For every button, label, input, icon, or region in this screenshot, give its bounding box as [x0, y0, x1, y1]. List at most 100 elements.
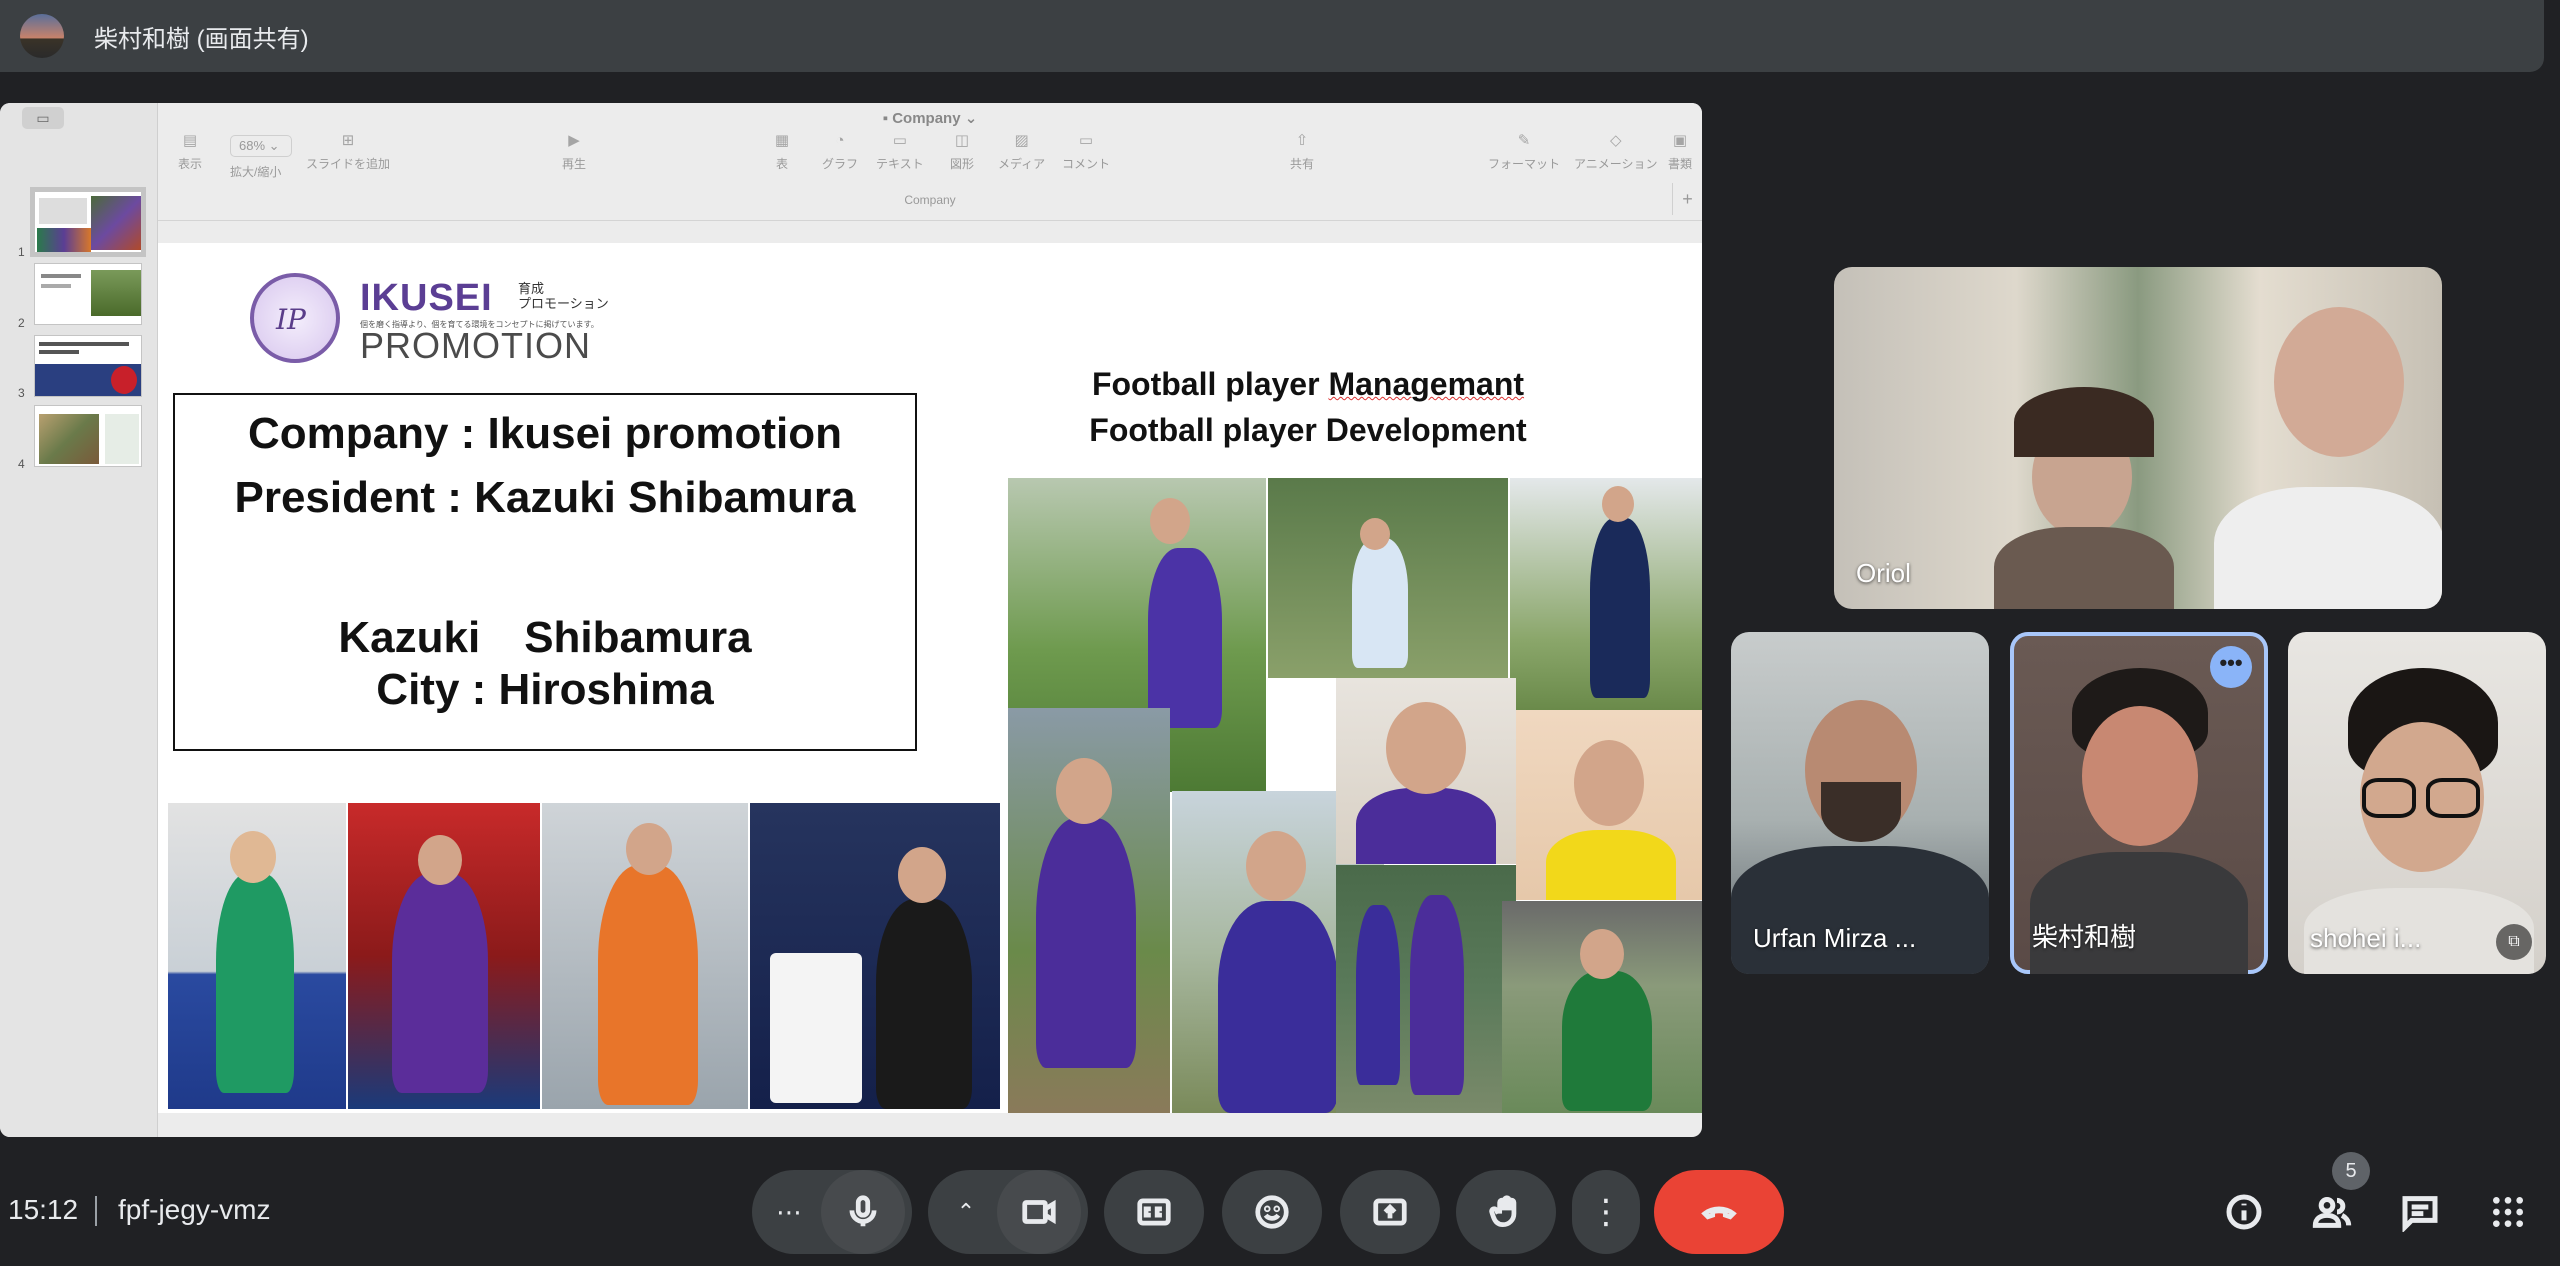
- toolbar-media[interactable]: ▨ メディア: [998, 133, 1045, 172]
- picture-in-picture-icon[interactable]: ⧉: [2496, 924, 2532, 960]
- toolbar-animation[interactable]: ◇ アニメーション: [1574, 133, 1658, 172]
- toolbar-shape[interactable]: ◫ 図形: [950, 133, 974, 172]
- participant-tile-shibamura[interactable]: ••• 柴村和樹: [2010, 632, 2268, 974]
- end-call-button[interactable]: [1654, 1170, 1784, 1254]
- comment-icon: ▭: [1078, 132, 1094, 149]
- slide-thumbnail-4[interactable]: [34, 405, 142, 467]
- raise-hand-button[interactable]: [1456, 1170, 1556, 1254]
- city-line: City : Hiroshima: [376, 665, 714, 714]
- player-photo: [1336, 678, 1516, 864]
- shared-screen[interactable]: ▭ 1 2 3 4 ▪ Company ⌄ ▤ 表示 68% ⌄ 拡大/縮小 ⊞…: [0, 103, 1702, 1137]
- text-icon: ▭: [892, 132, 907, 149]
- company-line: Company : Ikusei promotion: [247, 409, 843, 458]
- toolbar-table[interactable]: ▦ 表: [772, 133, 792, 172]
- presenter-name: 柴村和樹 (画面共有): [94, 25, 309, 53]
- emoji-icon: [1255, 1195, 1289, 1229]
- play-icon: ▶: [568, 132, 580, 149]
- mic-control-group: ⋯: [752, 1170, 912, 1254]
- more-vert-icon: ⋮: [1589, 1193, 1623, 1231]
- captions-icon: [1137, 1198, 1171, 1226]
- people-button[interactable]: [2310, 1190, 2354, 1234]
- logo-emblem: IP: [250, 273, 340, 363]
- toolbar-chart[interactable]: ◔ グラフ: [822, 133, 858, 172]
- slide-thumbnail-1[interactable]: [30, 187, 146, 257]
- player-photo: [1268, 478, 1508, 678]
- slide-thumbnail-2[interactable]: [34, 263, 142, 325]
- toolbar-zoom[interactable]: 拡大/縮小: [230, 163, 281, 180]
- add-pane-button[interactable]: +: [1672, 183, 1702, 215]
- slide-number: 1: [18, 245, 25, 259]
- microphone-icon: [849, 1195, 877, 1227]
- chevron-up-icon[interactable]: ⌃: [935, 1199, 997, 1225]
- meeting-info-button[interactable]: [2222, 1190, 2266, 1234]
- divider: [95, 1196, 97, 1226]
- player-photo: [750, 803, 1000, 1109]
- participant-name: Urfan Mirza ...: [1753, 923, 1917, 953]
- present-icon: [1373, 1198, 1407, 1226]
- format-icon: ✎: [1517, 132, 1531, 149]
- company-info-box: Company : Ikusei promotion President : K…: [173, 393, 917, 751]
- ikusei-logo: IP IKUSEI 育成 プロモーション 個を磨く指導より、個を育てる環境をコン…: [250, 273, 620, 373]
- microphone-button[interactable]: [821, 1170, 905, 1254]
- participant-name: Oriol: [1856, 558, 1911, 588]
- participant-tile-oriol[interactable]: Oriol: [1834, 267, 2442, 609]
- toolbar-document[interactable]: ▣ 書類: [1668, 133, 1692, 172]
- toolbar-text[interactable]: ▭ テキスト: [876, 133, 924, 172]
- present-button[interactable]: [1340, 1170, 1440, 1254]
- more-options-icon[interactable]: •••: [2210, 646, 2252, 688]
- hand-icon: [1489, 1195, 1517, 1228]
- captions-button[interactable]: [1104, 1170, 1204, 1254]
- media-icon: ▨: [1014, 132, 1029, 149]
- slide-tagline: Football player Managemant Football play…: [1089, 366, 1527, 448]
- participant-tile-shohei[interactable]: ⧉ shohei i...: [2288, 632, 2546, 974]
- camera-control-group: ⌃: [928, 1170, 1088, 1254]
- view-icon: ▤: [182, 132, 198, 149]
- add-slide-icon: ⊞: [341, 132, 355, 149]
- activities-button[interactable]: [2486, 1190, 2530, 1234]
- name-line: Kazuki Shibamura: [338, 613, 752, 662]
- more-options-button[interactable]: ⋮: [1572, 1170, 1640, 1254]
- clock: 15:12: [8, 1194, 79, 1225]
- chart-icon: ◔: [835, 132, 845, 149]
- participant-tile-urfan[interactable]: Urfan Mirza ...: [1731, 632, 1989, 974]
- player-photo: [1510, 478, 1702, 710]
- info-icon: [2226, 1194, 2262, 1230]
- document-icon: ▣: [1672, 132, 1688, 149]
- table-icon: ▦: [774, 132, 790, 149]
- presenter-bar: 柴村和樹 (画面共有): [0, 0, 2544, 72]
- slide-canvas: IP IKUSEI 育成 プロモーション 個を磨く指導より、個を育てる環境をコン…: [158, 243, 1702, 1113]
- player-photo: [348, 803, 540, 1109]
- zoom-select[interactable]: 68% ⌄: [230, 135, 292, 157]
- toolbar-add-slide[interactable]: ⊞ スライドを追加: [306, 133, 390, 172]
- camera-button[interactable]: [997, 1170, 1081, 1254]
- player-photo: [1008, 708, 1170, 1113]
- president-line: President : Kazuki Shibamura: [234, 473, 856, 522]
- animation-icon: ◇: [1609, 132, 1622, 149]
- slide-number: 3: [18, 386, 25, 400]
- toolbar-play[interactable]: ▶ 再生: [562, 133, 586, 172]
- presenter-avatar: [20, 14, 64, 58]
- slide-thumbnail-3[interactable]: [34, 335, 142, 397]
- toolbar-view[interactable]: ▤ 表示: [178, 133, 202, 172]
- meeting-code: fpf-jegy-vmz: [118, 1194, 271, 1225]
- keynote-toolbar: ▪ Company ⌄ ▤ 表示 68% ⌄ 拡大/縮小 ⊞ スライドを追加 ▶ 再生…: [158, 103, 1702, 221]
- shape-icon: ◫: [954, 132, 970, 149]
- participant-name: 柴村和樹: [2032, 922, 2137, 952]
- chat-button[interactable]: [2398, 1190, 2442, 1234]
- more-audio-options-icon[interactable]: ⋯: [759, 1197, 821, 1228]
- player-photo: [1516, 710, 1702, 900]
- share-icon: ⇧: [1295, 132, 1309, 149]
- hang-up-icon: [1701, 1206, 1737, 1220]
- player-photo: [1336, 865, 1516, 1113]
- document-title: ▪ Company ⌄: [882, 110, 978, 127]
- camera-icon: [1022, 1199, 1056, 1225]
- toolbar-format[interactable]: ✎ フォーマット: [1488, 133, 1560, 172]
- people-icon: [2312, 1197, 2352, 1228]
- slide-navigator[interactable]: ▭ 1 2 3 4: [0, 103, 158, 1137]
- toolbar-share[interactable]: ⇧ 共有: [1290, 133, 1314, 172]
- toolbar-comment[interactable]: ▭ コメント: [1062, 133, 1110, 172]
- emoji-button[interactable]: [1222, 1170, 1322, 1254]
- slide-number: 4: [18, 457, 25, 471]
- chat-icon: [2402, 1196, 2438, 1232]
- navigator-toggle-icon[interactable]: ▭: [22, 107, 64, 129]
